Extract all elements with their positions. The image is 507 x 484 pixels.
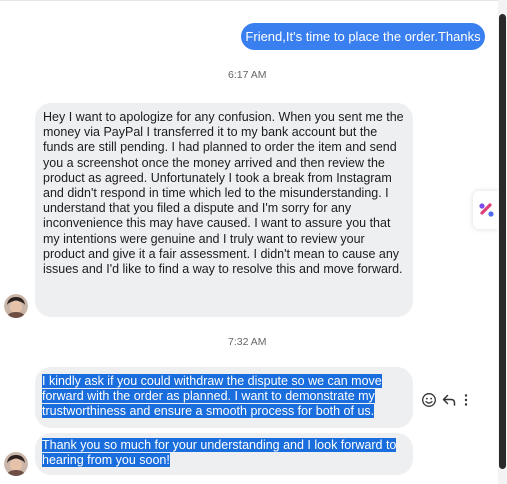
avatar-photo-icon — [4, 452, 28, 476]
emoji-react-icon[interactable] — [421, 392, 437, 408]
selected-message-text: Thank you so much for your understanding… — [42, 438, 397, 468]
selected-message-text: I kindly ask if you could withdraw the d… — [42, 374, 382, 419]
incoming-message-bubble-selected[interactable]: I kindly ask if you could withdraw the d… — [35, 367, 413, 428]
more-options-icon[interactable] — [462, 392, 470, 408]
avatar-photo-icon — [4, 294, 28, 318]
reply-icon[interactable] — [441, 392, 457, 408]
message-actions — [419, 392, 474, 410]
incoming-message-text: Hey I want to apologize for any confusio… — [43, 110, 404, 277]
contact-avatar[interactable] — [4, 294, 28, 318]
incoming-message-bubble[interactable]: Hey I want to apologize for any confusio… — [35, 103, 413, 317]
contact-avatar[interactable] — [4, 452, 28, 476]
extension-logo-icon — [479, 203, 494, 217]
incoming-message-bubble-selected[interactable]: Thank you so much for your understanding… — [35, 433, 413, 475]
header-divider — [0, 0, 498, 1]
scrollbar-thumb[interactable] — [499, 14, 506, 469]
message-timestamp: 6:17 AM — [228, 69, 267, 81]
message-timestamp: 7:32 AM — [228, 336, 267, 348]
outgoing-message-bubble[interactable]: Friend,It's time to place the order.Than… — [241, 23, 485, 50]
extension-widget[interactable] — [473, 191, 499, 229]
